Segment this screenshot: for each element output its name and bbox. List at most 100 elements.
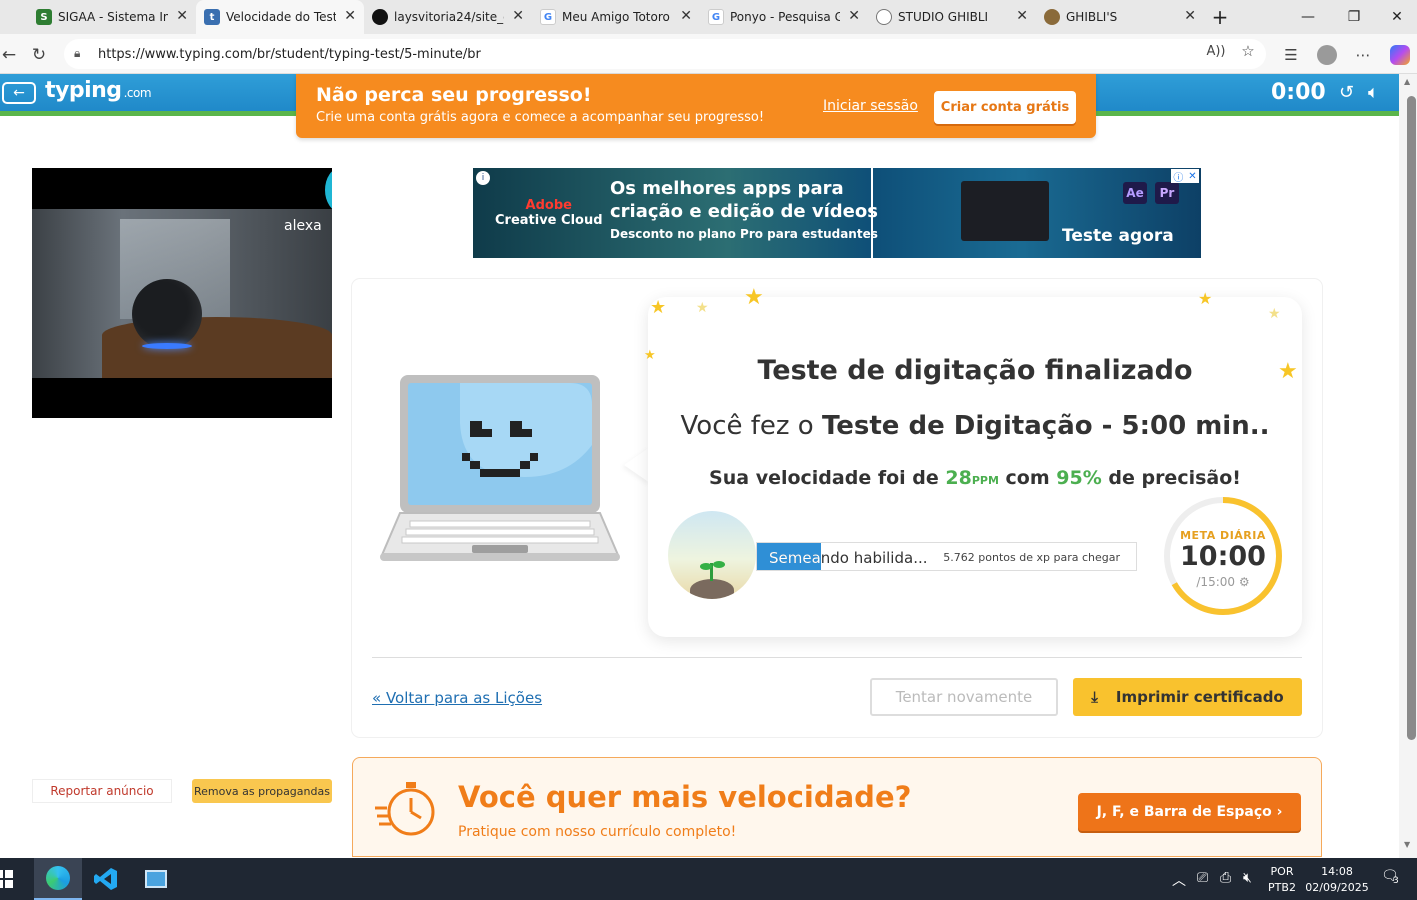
signup-button[interactable]: Criar conta grátis <box>934 91 1076 124</box>
network-icon[interactable]: ⎙ <box>1220 870 1231 886</box>
restore-icon[interactable]: ❐ <box>1331 0 1377 34</box>
banner-ad[interactable]: i Adobe Creative Cloud Os melhores apps … <box>473 168 1201 258</box>
ad-info-icon[interactable]: ⓘ ✕ <box>1171 169 1199 184</box>
tab-title: Meu Amigo Totoro - <box>562 10 672 24</box>
more-menu-icon[interactable]: ⋯ <box>1351 43 1375 67</box>
banner-cta[interactable]: Teste agora <box>1062 226 1174 246</box>
edge-taskbar-icon[interactable] <box>34 858 82 900</box>
back-to-lessons-link[interactable]: « Voltar para as Lições <box>372 689 542 707</box>
tab-github[interactable]: laysvitoria24/site_gh ✕ <box>364 0 532 34</box>
tab-studio-ghibli[interactable]: STUDIO GHIBLI ✕ <box>868 0 1036 34</box>
page-scrollbar[interactable]: ▲ ▼ <box>1399 74 1417 858</box>
divider <box>372 657 1302 658</box>
results-test-name: Você fez o Teste de Digitação - 5:00 min… <box>648 411 1302 441</box>
report-ad-link[interactable]: Reportar anúncio <box>32 779 172 803</box>
history-icon[interactable]: ↺ <box>1339 82 1354 103</box>
premiere-icon: Pr <box>1155 182 1179 204</box>
back-icon[interactable]: ← <box>0 42 22 68</box>
clock[interactable]: 14:08 02/09/2025 <box>1304 864 1370 896</box>
skill-progress-bar: Semeando habilida... Semeando habilida..… <box>756 542 1137 571</box>
adchoices-badge-icon[interactable]: i <box>476 171 490 185</box>
minimize-icon[interactable]: — <box>1285 0 1331 34</box>
star-icon: ★ <box>1198 289 1213 308</box>
app-screenshot <box>961 181 1049 241</box>
start-lesson-button[interactable]: J, F, e Barra de Espaço › <box>1078 793 1301 831</box>
tab-ghiblis[interactable]: GHIBLI'S ✕ <box>1036 0 1204 34</box>
test-name: Teste de Digitação - 5:00 min.. <box>821 411 1270 441</box>
profile-avatar[interactable] <box>1315 43 1339 67</box>
tab-ponyo[interactable]: G Ponyo - Pesquisa Go ✕ <box>700 0 868 34</box>
close-icon[interactable]: ✕ <box>848 8 860 24</box>
print-certificate-button[interactable]: ⤓ Imprimir certificado <box>1073 678 1302 716</box>
new-tab-icon[interactable]: + <box>1200 0 1240 34</box>
language-indicator[interactable]: POR PTB2 <box>1266 864 1298 896</box>
close-icon[interactable]: ✕ <box>1184 8 1196 24</box>
clock-date: 02/09/2025 <box>1305 881 1369 894</box>
banner-ad-container: i Adobe Creative Cloud Os melhores apps … <box>352 168 1322 258</box>
gear-icon[interactable]: ⚙ <box>1239 575 1250 589</box>
logo-text: typing <box>45 78 122 103</box>
app-taskbar-icon[interactable] <box>132 858 180 900</box>
scroll-down-icon[interactable]: ▼ <box>1404 840 1410 849</box>
after-effects-icon: Ae <box>1123 182 1147 204</box>
tab-totoro[interactable]: G Meu Amigo Totoro - ✕ <box>532 0 700 34</box>
close-icon[interactable]: ✕ <box>344 8 356 24</box>
volume-icon[interactable]: 🔈︎ <box>1368 82 1379 103</box>
download-icon: ⤓ <box>1091 688 1098 706</box>
tab-overflow[interactable] <box>0 0 8 34</box>
close-icon[interactable]: ✕ <box>176 8 188 24</box>
url-field[interactable]: 🔒︎ https://www.typing.com/br/student/typ… <box>64 39 1266 69</box>
close-icon[interactable]: ✕ <box>512 8 524 24</box>
reload-icon[interactable]: ↻ <box>26 42 52 68</box>
favorite-star-icon[interactable]: ☆ <box>1236 39 1260 63</box>
close-icon[interactable]: ✕ <box>1016 8 1028 24</box>
notification-count: 3 <box>1393 876 1399 886</box>
star-icon: ★ <box>744 285 764 310</box>
typing-logo[interactable]: typing .com <box>45 78 152 103</box>
close-icon[interactable]: ✕ <box>680 8 692 24</box>
banner-title-line1: Os melhores apps para <box>610 178 844 199</box>
login-link[interactable]: Iniciar sessão <box>823 98 918 114</box>
retry-button[interactable]: Tentar novamente <box>870 678 1058 716</box>
read-aloud-icon[interactable]: A)) <box>1204 39 1228 63</box>
alexa-brand: alexa <box>284 218 322 234</box>
sprout-leaf <box>713 561 725 568</box>
accuracy-value: 95% <box>1056 467 1102 489</box>
promo-subtitle: Crie uma conta grátis agora e comece a a… <box>316 110 765 125</box>
video-ad[interactable]: alexa <box>32 168 332 418</box>
speed-value: 28 <box>945 467 972 489</box>
scroll-up-icon[interactable]: ▲ <box>1404 77 1410 86</box>
banner-title-line2: criação e edição de vídeos <box>610 201 878 222</box>
sigaa-icon: S <box>36 9 52 25</box>
url-text: https://www.typing.com/br/student/typing… <box>98 46 481 62</box>
skill-points: 5.762 pontos de xp para chegar <box>943 551 1120 564</box>
results-bubble: ★ ★ ★ ★ ★ ★ ★ Teste de digitação finaliz… <box>644 287 1302 637</box>
device-icon[interactable]: ⎚ <box>1197 870 1208 886</box>
vscode-taskbar-icon[interactable] <box>82 858 130 900</box>
copilot-icon[interactable] <box>1388 43 1412 67</box>
smiling-laptop-icon <box>380 375 620 561</box>
soil-shape <box>690 579 734 599</box>
start-icon[interactable] <box>0 858 22 900</box>
notifications-icon[interactable]: 🗨︎ 3 <box>1381 868 1399 886</box>
tab-sigaa[interactable]: S SIGAA - Sistema Inte ✕ <box>28 0 196 34</box>
remove-ads-button[interactable]: Remova as propagandas <box>192 779 332 803</box>
goal-total: /15:00 ⚙ <box>1162 575 1284 589</box>
echo-device-image <box>132 279 202 349</box>
mute-icon[interactable]: 🔇︎ <box>1243 870 1252 886</box>
browser-tab-bar: S SIGAA - Sistema Inte ✕ t Velocidade do… <box>0 0 1417 34</box>
favorites-icon[interactable]: ☰ <box>1279 43 1303 67</box>
scroll-thumb[interactable] <box>1407 96 1416 740</box>
ad-video-frame <box>32 209 332 378</box>
star-icon: ★ <box>696 300 709 316</box>
chevron-up-icon[interactable]: ︿ <box>1172 870 1186 890</box>
logo-suffix: .com <box>123 86 152 100</box>
tab-typing[interactable]: t Velocidade do Teste ✕ <box>196 0 364 34</box>
results-speed: Sua velocidade foi de 28PPM com 95% de p… <box>648 467 1302 489</box>
star-icon: ★ <box>650 297 667 318</box>
banner-title: Os melhores apps para criação e edição d… <box>610 177 878 223</box>
back-arrow-icon[interactable]: ← <box>2 82 36 104</box>
test-timer: 0:00 <box>1271 80 1326 105</box>
window-close-icon[interactable]: ✕ <box>1377 0 1417 34</box>
test-prefix: Você fez o <box>680 411 822 441</box>
